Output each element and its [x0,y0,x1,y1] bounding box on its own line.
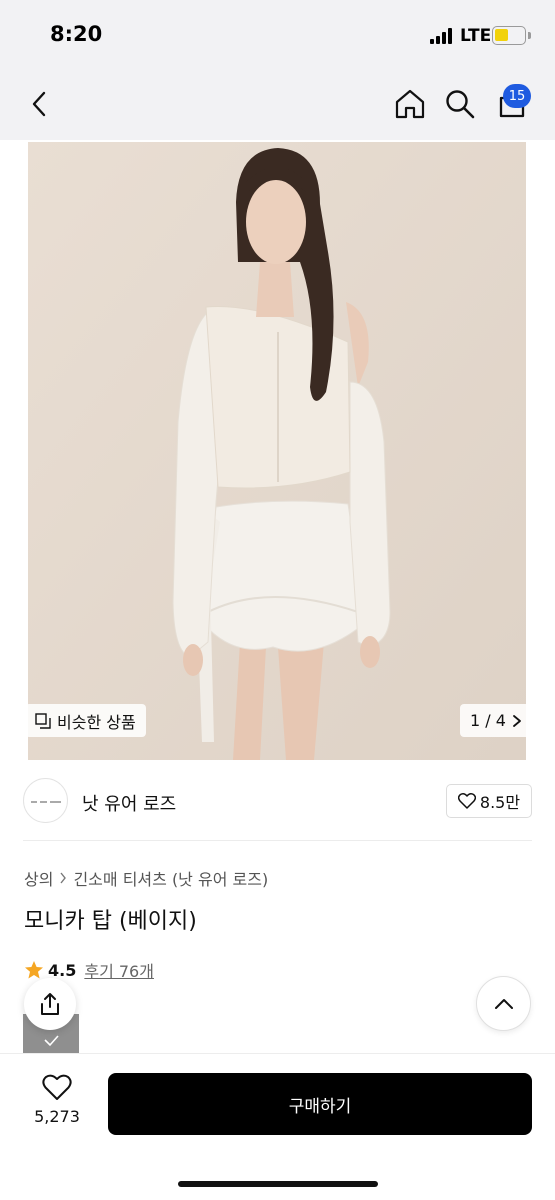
breadcrumb: 상의 긴소매 티셔츠 (낫 유어 로즈) [24,866,268,890]
chevron-left-icon [32,91,46,117]
brand-row[interactable]: 낫 유어 로즈 8.5만 [0,772,555,832]
similar-products-button[interactable]: 비슷한 상품 [25,704,146,737]
status-bar: 8:20 LTE [0,0,555,70]
bottom-purchase-bar: 5,273 구매하기 [0,1053,555,1200]
brand-logo [23,778,68,823]
signal-icon [430,28,456,44]
rating-value: 4.5 [48,960,77,980]
home-indicator [178,1181,378,1187]
heart-icon [42,1074,72,1100]
product-image[interactable] [28,142,526,760]
home-button[interactable] [390,84,430,124]
chevron-right-icon [513,714,521,727]
wishlist-button[interactable]: 5,273 [23,1074,91,1126]
share-button[interactable] [24,978,76,1030]
brand-name[interactable]: 낫 유어 로즈 [82,790,176,816]
breadcrumb-category[interactable]: 상의 [24,866,53,890]
network-label: LTE [460,26,492,46]
search-icon [446,90,475,119]
page-indicator-text: 1 / 4 [470,711,506,730]
similar-products-label: 비슷한 상품 [57,712,136,732]
chevron-right-icon [60,872,67,884]
similar-items-icon [35,712,51,729]
back-button[interactable] [20,84,60,124]
home-icon [395,89,425,119]
brand-like-button[interactable]: 8.5만 [446,784,532,818]
share-icon [41,993,59,1015]
wishlist-count: 5,273 [34,1107,80,1126]
product-title: 모니카 탑 (베이지) [24,909,197,934]
image-page-indicator[interactable]: 1 / 4 [460,704,532,737]
star-icon [25,961,43,979]
divider [23,840,532,841]
chevron-up-icon [494,998,513,1009]
heart-icon [457,793,476,809]
search-button[interactable] [440,84,480,124]
status-time: 8:20 [50,22,103,46]
top-navigation [0,70,555,140]
scroll-to-top-button[interactable] [476,976,531,1031]
review-count-link[interactable]: 후기 76개 [84,958,154,982]
cart-count-badge: 15 [503,84,531,108]
buy-button[interactable]: 구매하기 [108,1073,532,1135]
brand-like-count: 8.5만 [479,793,521,812]
model-photo [28,142,526,760]
battery-icon [492,26,526,45]
breadcrumb-subcategory[interactable]: 긴소매 티셔츠 (낫 유어 로즈) [73,866,268,890]
